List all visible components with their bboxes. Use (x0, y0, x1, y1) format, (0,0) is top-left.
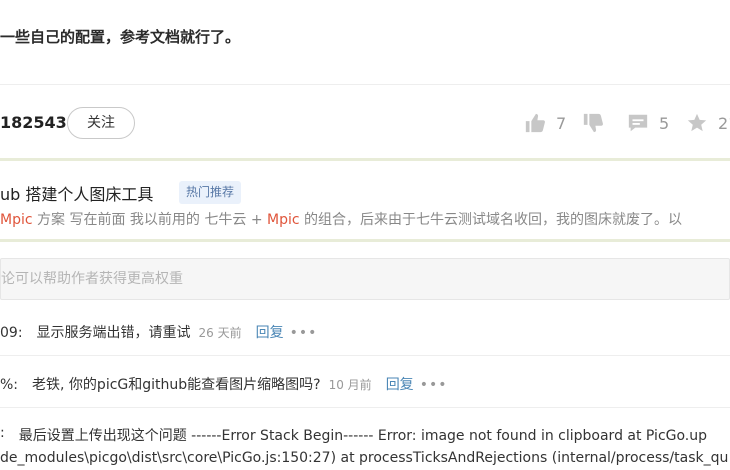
follow-button[interactable]: 关注 (67, 107, 135, 139)
comment-button[interactable]: 5 (627, 112, 669, 134)
article-tail-text: 一些自己的配置，参考文档就行了。 (0, 28, 241, 46)
keyword-highlight: Mpic (0, 212, 33, 228)
thumbs-down-icon (583, 113, 603, 133)
favorite-button[interactable]: 21 (686, 112, 730, 134)
comment-count: 5 (659, 113, 670, 133)
recommended-title[interactable]: ub 搭建个人图床工具 (0, 181, 153, 205)
comment-item: 09: 显示服务端出错，请重试 26 天前 回复 ••• (0, 306, 730, 356)
comment-input[interactable] (1, 259, 729, 299)
reply-button[interactable]: 回复 (386, 374, 414, 394)
recommended-article[interactable]: ub 搭建个人图床工具 热门推荐 Mpic 方案 写在前面 我以前用的 七牛云 … (0, 158, 730, 242)
description-text: 方案 写在前面 我以前用的 七牛云 + (32, 212, 267, 228)
comment-user[interactable]: %: (0, 377, 18, 393)
more-options-icon[interactable]: ••• (290, 325, 318, 341)
dislike-button[interactable] (582, 112, 604, 134)
like-count: 7 (556, 113, 567, 133)
comment-user[interactable]: : (0, 425, 5, 445)
comment-text: 最后设置上传出现这个问题 ------Error Stack Begin----… (18, 428, 708, 444)
comment-item: %: 老铁, 你的picG和github能查看图片缩略图吗? 10 月前 回复 … (0, 358, 730, 408)
comment-line: 09: 显示服务端出错，请重试 26 天前 回复 ••• (0, 322, 317, 342)
comment-text: 老铁, 你的picG和github能查看图片缩略图吗? (32, 377, 321, 393)
comment-line: : 最后设置上传出现这个问题 ------Error Stack Begin--… (0, 425, 707, 445)
comment-item: : 最后设置上传出现这个问题 ------Error Stack Begin--… (0, 416, 730, 470)
keyword-highlight: Mpic (267, 212, 300, 228)
description-text: 的组合，后来由于七牛云测试域名收回，我的图床就废了。以 (299, 212, 683, 228)
comment-box[interactable] (0, 258, 730, 300)
author-bar: 182543 关注 7 5 21 (0, 100, 730, 146)
more-options-icon[interactable]: ••• (420, 377, 448, 393)
comment-line: %: 老铁, 你的picG和github能查看图片缩略图吗? 10 月前 回复 … (0, 374, 447, 394)
recommended-description: Mpic 方案 写在前面 我以前用的 七牛云 + Mpic 的组合，后来由于七牛… (0, 209, 682, 229)
comment-text-continued: de_modules\picgo\dist\src\core\PicGo.js:… (0, 450, 729, 466)
like-button[interactable]: 7 (524, 112, 566, 134)
favorite-count: 21 (718, 113, 730, 133)
comment-text: 显示服务端出错，请重试 (36, 325, 191, 341)
divider (0, 84, 730, 85)
author-name[interactable]: 182543 (0, 113, 67, 132)
reply-button[interactable]: 回复 (256, 322, 284, 342)
comment-time: 10 月前 (328, 378, 372, 392)
thumbs-up-icon (525, 113, 545, 133)
comment-user[interactable]: 09: (0, 325, 23, 341)
star-icon (687, 113, 707, 132)
hot-recommend-badge: 热门推荐 (179, 181, 242, 204)
comment-time: 26 天前 (198, 326, 242, 340)
comment-icon (628, 114, 648, 132)
